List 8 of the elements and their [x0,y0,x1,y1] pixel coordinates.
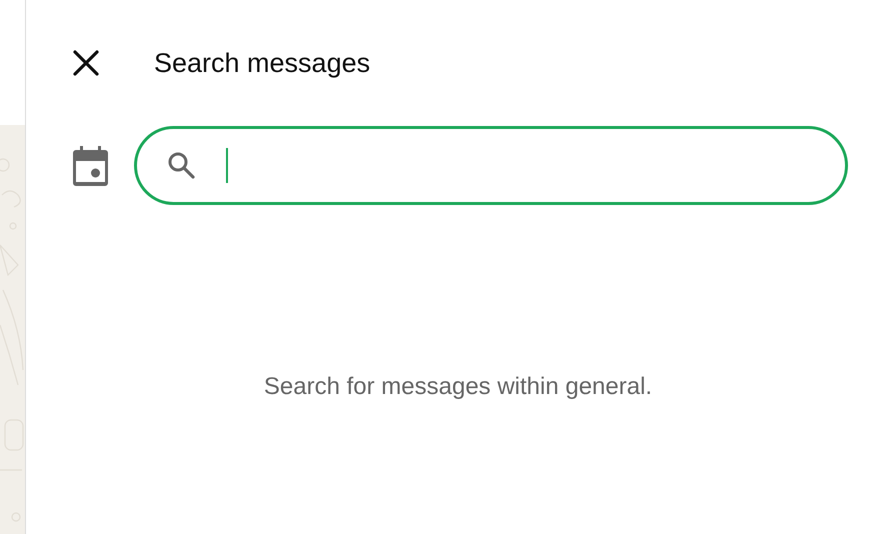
calendar-icon [72,146,109,186]
search-field[interactable] [134,126,848,205]
panel-title: Search messages [154,48,370,78]
search-icon [167,151,196,180]
calendar-button[interactable] [72,146,109,186]
empty-state-message: Search for messages within general. [262,373,654,401]
text-cursor [226,148,228,183]
close-icon [72,49,100,77]
